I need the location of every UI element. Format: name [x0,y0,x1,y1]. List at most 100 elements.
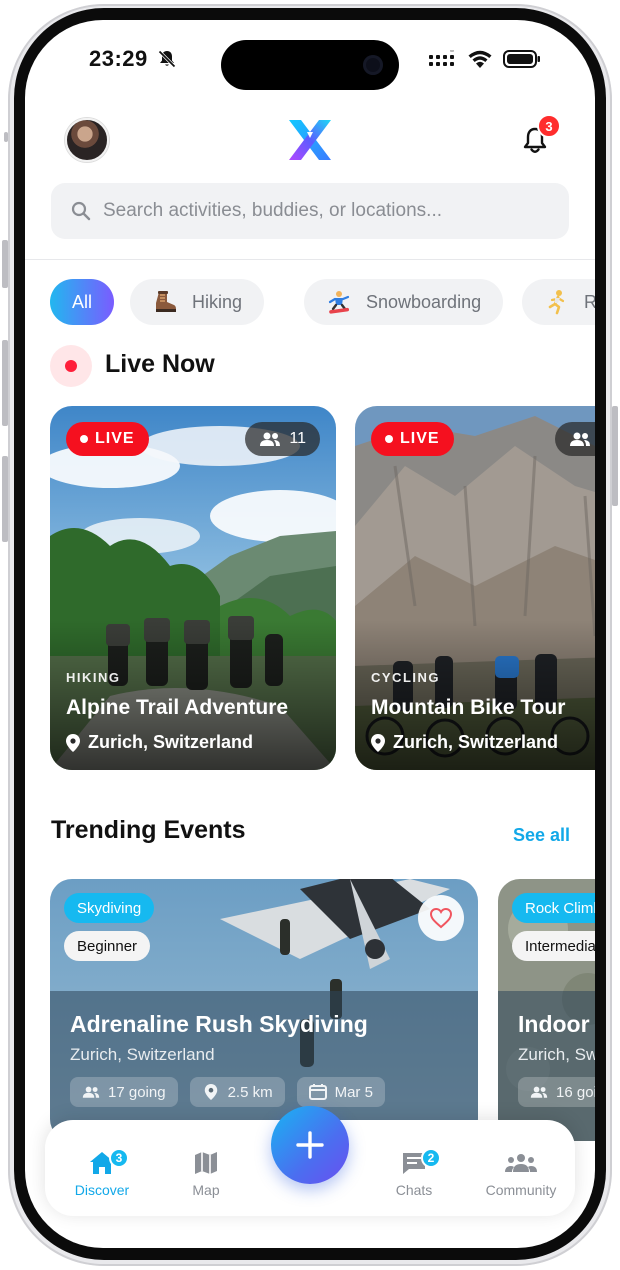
search-bar[interactable] [51,183,569,239]
search-icon [71,201,91,221]
app-screen: 23:29 3 Search activities, buddies, or l… [25,20,595,1248]
nav-map[interactable]: Map [161,1150,251,1198]
chip-label: All [71,291,92,312]
card-location: Zurich, Switzerland [66,732,253,753]
chip-label: Hiking [192,291,243,312]
event-location: Zurich, Switzerland [70,1045,215,1064]
bell-muted-icon [158,50,176,68]
event-level-tag: Beginner [64,931,151,961]
live-activity-card[interactable]: LIVE CYCLING Mountain Bike Tour Zurich, … [355,406,595,770]
attendees-pill: 17 going [70,1077,178,1107]
live-badge-dot [80,435,88,443]
runner-icon [548,290,565,315]
people-icon [260,432,281,446]
location-pin-icon [371,733,385,752]
live-badge-label: LIVE [95,430,135,447]
see-all-link[interactable]: See all [513,825,570,846]
trending-event-card[interactable]: Skydiving Beginner Adrenaline Rush Skydi… [50,879,478,1141]
card-location-label: Zurich, Switzerland [393,732,559,752]
location-pin-icon [66,733,80,752]
wifi-icon [468,50,492,68]
distance-pill: 2.5 km [189,1077,285,1107]
dynamic-island [221,40,399,90]
chats-badge: 2 [421,1148,441,1168]
nav-label: Discover [74,1182,130,1198]
attendees-label: 16 going [556,1083,595,1101]
card-location: Zurich, Switzerland [371,732,558,753]
event-category-tag: Skydiving [64,893,155,923]
attendees-pill: 16 going [518,1077,595,1107]
map-icon [195,1152,217,1174]
live-activity-card[interactable]: LIVE 11 HIKING Alpine Trail Adventure Zu… [50,406,336,770]
discover-badge: 3 [109,1148,129,1168]
volume-down-button [2,340,8,426]
section-title-live-now: Live Now [105,350,215,378]
status-time: 23:29 [89,46,148,71]
category-chip-hiking[interactable]: Hiking [130,279,265,325]
date-label: Mar 5 [334,1083,373,1101]
trending-event-card[interactable]: Rock Climbing Intermediate Indoor Zurich… [498,879,595,1141]
distance-label: 2.5 km [227,1083,273,1101]
card-title: Alpine Trail Adventure [66,696,289,719]
location-pin-icon [204,1084,217,1100]
header-divider [25,259,595,260]
nav-community[interactable]: Community [471,1150,571,1198]
people-icon [530,1086,548,1098]
event-meta: 17 going 2.5 km Mar 5 [70,1077,385,1107]
category-chip-snowboarding[interactable]: Snowboarding [304,279,504,325]
silent-switch [2,456,8,542]
search-input[interactable] [103,183,553,239]
nav-label: Chats [395,1182,433,1198]
nav-label: Community [485,1182,557,1198]
hiking-boot-icon [156,291,176,312]
attendees-label: 17 going [108,1083,166,1101]
viewer-count: 11 [245,422,320,456]
people-icon [570,432,590,446]
status-bar: 23:29 [25,20,595,100]
event-meta: 16 going [518,1077,595,1107]
event-title: Adrenaline Rush Skydiving [70,1011,368,1037]
power-button [612,406,618,506]
viewer-count [555,422,595,456]
snowboarder-icon [328,291,350,314]
card-title: Mountain Bike Tour [371,696,566,719]
live-badge-label: LIVE [400,430,440,447]
action-button [4,132,8,142]
community-icon [505,1154,537,1172]
live-indicator [50,345,92,387]
viewer-count-value: 11 [289,430,306,447]
card-category: CYCLING [371,670,440,685]
event-title: Indoor [518,1011,590,1037]
battery-icon [503,50,540,68]
event-category-tag: Rock Climbing [512,893,595,923]
event-location: Zurich, Sw [518,1045,595,1064]
category-chip-running[interactable]: Running [522,279,595,325]
live-badge: LIVE [371,422,454,456]
category-chip-all[interactable]: All [50,279,114,325]
people-icon [82,1086,100,1098]
front-camera [363,55,383,75]
calendar-icon [308,1084,327,1100]
date-pill: Mar 5 [296,1077,385,1107]
nav-chats[interactable]: 2 Chats [369,1148,459,1198]
nav-label: Map [192,1182,220,1198]
user-avatar[interactable] [65,118,109,162]
nav-discover[interactable]: 3 Discover [57,1148,147,1198]
plus-icon [296,1131,324,1159]
live-badge: LIVE [66,422,149,456]
live-dot [65,360,77,372]
heart-icon [429,907,453,929]
section-title-trending: Trending Events [51,816,246,844]
cellular-signal-icon [429,50,454,66]
create-activity-button[interactable] [271,1106,349,1184]
notification-count-badge: 3 [537,114,561,138]
card-location-label: Zurich, Switzerland [88,732,254,752]
favorite-button[interactable] [418,895,464,941]
chip-label: Snowboarding [366,291,482,312]
event-level-tag: Intermediate [512,931,595,961]
app-logo [289,120,331,160]
card-category: HIKING [66,670,121,685]
chip-label: Running [584,291,595,312]
live-badge-dot [385,435,393,443]
volume-up-button [2,240,8,288]
